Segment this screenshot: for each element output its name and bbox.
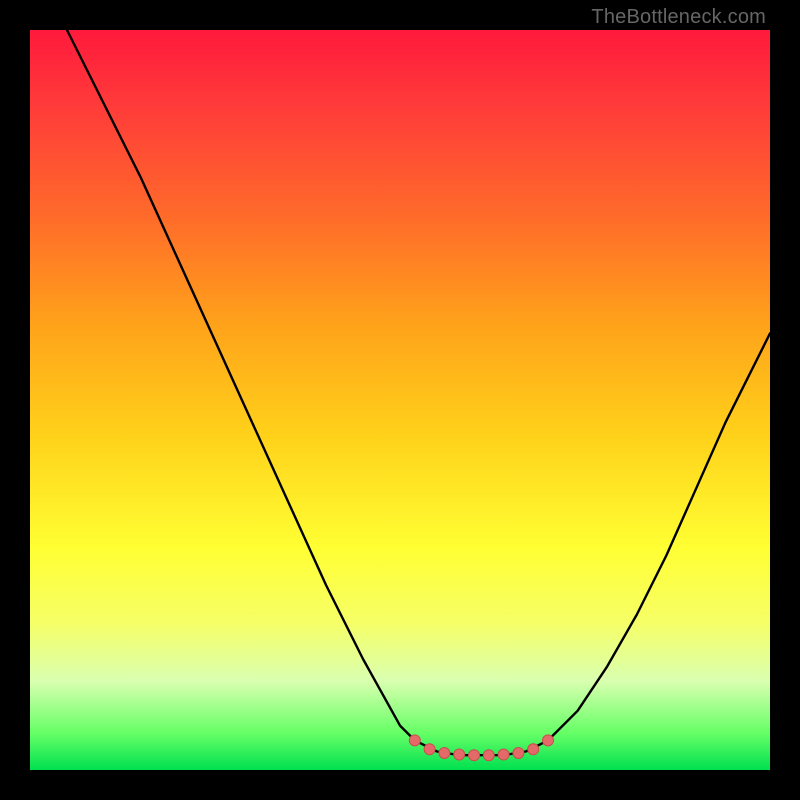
outer-frame: TheBottleneck.com: [0, 0, 800, 800]
valley-marker: [424, 744, 435, 755]
curve-group: [67, 30, 770, 755]
attribution-text: TheBottleneck.com: [591, 6, 766, 29]
valley-marker: [528, 744, 539, 755]
plot-area: [30, 30, 770, 770]
valley-marker: [483, 750, 494, 761]
chart-svg: [30, 30, 770, 770]
markers-group: [409, 735, 553, 761]
valley-marker: [454, 749, 465, 760]
bottleneck-curve: [67, 30, 770, 755]
valley-marker: [543, 735, 554, 746]
valley-marker: [409, 735, 420, 746]
valley-marker: [513, 748, 524, 759]
valley-marker: [469, 750, 480, 761]
valley-marker: [498, 749, 509, 760]
valley-marker: [439, 748, 450, 759]
